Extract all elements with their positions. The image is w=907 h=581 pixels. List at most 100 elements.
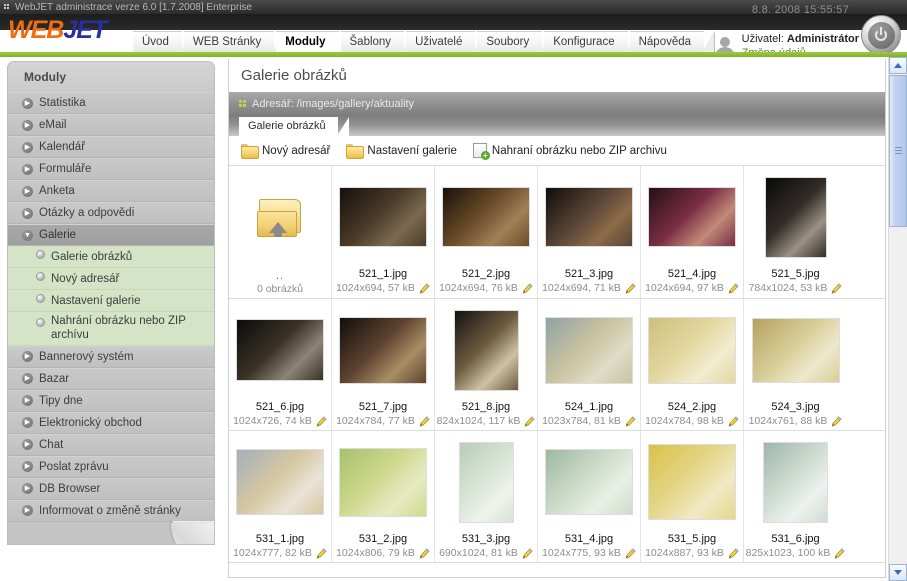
sidebar-item-email[interactable]: ▶ eMail xyxy=(8,114,214,136)
file-name[interactable]: 521_7.jpg xyxy=(359,401,407,413)
image-thumbnail[interactable] xyxy=(437,303,536,397)
image-thumbnail[interactable] xyxy=(334,170,433,264)
image-thumbnail[interactable] xyxy=(334,435,433,529)
sidebar-item-otazky-a-odpovedi[interactable]: ▶ Otázky a odpovědi xyxy=(8,202,214,224)
nav-tab-uvod[interactable]: Úvod xyxy=(133,31,193,53)
edit-pencil-icon[interactable] xyxy=(316,415,327,427)
edit-pencil-icon[interactable] xyxy=(522,282,533,294)
image-thumbnail[interactable] xyxy=(437,170,536,264)
sidebar-item-poslat-zpravu[interactable]: ▶ Poslat zprávu xyxy=(8,455,214,478)
sidebar-item-galerie[interactable]: ▼ Galerie xyxy=(8,224,214,246)
image-thumbnail[interactable] xyxy=(231,435,330,529)
parent-directory-cell[interactable]: .. 0 obrázků xyxy=(229,166,332,298)
file-name[interactable]: 531_4.jpg xyxy=(565,533,613,545)
file-dimensions-size: 1024x694, 76 kB xyxy=(439,282,518,294)
sidebar-item-informovat-o-zmene-stranky[interactable]: ▶ Informovat o změně stránky xyxy=(8,499,214,522)
edit-pencil-icon[interactable] xyxy=(728,547,739,559)
nav-tab-web-stranky[interactable]: WEB Stránky xyxy=(183,31,286,53)
edit-pencil-icon[interactable] xyxy=(834,547,845,559)
file-name[interactable]: 521_6.jpg xyxy=(256,401,304,413)
scrollbar-thumb[interactable] xyxy=(889,75,907,227)
scroll-down-button[interactable] xyxy=(889,564,907,581)
file-name[interactable]: 531_1.jpg xyxy=(256,533,304,545)
edit-pencil-icon[interactable] xyxy=(728,415,739,427)
file-name[interactable]: 524_3.jpg xyxy=(771,401,819,413)
file-name[interactable]: 521_4.jpg xyxy=(668,268,716,280)
image-thumbnail[interactable] xyxy=(643,303,742,397)
file-name[interactable]: 531_5.jpg xyxy=(668,533,716,545)
sidebar-footer xyxy=(8,520,214,544)
sidebar-item-statistika[interactable]: ▶ Statistika xyxy=(8,92,214,114)
edit-pencil-icon[interactable] xyxy=(831,282,842,294)
parent-folder-thumb[interactable] xyxy=(231,170,330,264)
subtab-galerie-obrazku[interactable]: Galerie obrázků xyxy=(239,117,349,136)
image-thumbnail[interactable] xyxy=(437,435,536,529)
sidebar-item-kalendar[interactable]: ▶ Kalendář xyxy=(8,136,214,158)
scroll-up-button[interactable] xyxy=(889,57,907,74)
thumbnail-image xyxy=(545,316,633,384)
gallery-settings-button[interactable]: Nastavení galerie xyxy=(346,144,457,159)
chevron-right-icon: ▶ xyxy=(22,395,33,407)
nav-tab-moduly[interactable]: Moduly xyxy=(276,31,350,53)
file-meta-row: 825x1023, 100 kB xyxy=(746,547,846,559)
file-name[interactable]: 531_6.jpg xyxy=(771,533,819,545)
webjet-logo[interactable]: WEBJET xyxy=(8,16,107,45)
folder-icon xyxy=(346,144,365,159)
edit-pencil-icon[interactable] xyxy=(625,547,636,559)
edit-pencil-icon[interactable] xyxy=(625,282,636,294)
edit-pencil-icon[interactable] xyxy=(831,415,842,427)
sidebar-subitem-novy-adresar[interactable]: Nový adresář xyxy=(8,268,214,290)
image-thumbnail[interactable] xyxy=(540,435,639,529)
scrollbar-track[interactable] xyxy=(889,74,907,564)
page-vertical-scrollbar[interactable] xyxy=(888,57,907,581)
edit-pencil-icon[interactable] xyxy=(524,415,536,427)
sidebar-item-elektronicky-obchod[interactable]: ▶ Elektronický obchod xyxy=(8,411,214,434)
sidebar-item-chat[interactable]: ▶ Chat xyxy=(8,433,214,456)
image-thumbnail[interactable] xyxy=(746,303,845,397)
edit-pencil-icon[interactable] xyxy=(419,282,430,294)
new-directory-button[interactable]: Nový adresář xyxy=(241,144,330,159)
edit-pencil-icon[interactable] xyxy=(625,415,636,427)
sidebar-subitem-nastaveni-galerie[interactable]: Nastavení galerie xyxy=(8,290,214,312)
sidebar-subitem-nahrani-obrazku[interactable]: Nahrání obrázku nebo ZIP archívu xyxy=(8,312,214,346)
image-thumbnail[interactable] xyxy=(231,303,330,397)
edit-pencil-icon[interactable] xyxy=(419,415,430,427)
image-thumbnail[interactable] xyxy=(334,303,433,397)
sidebar-item-bannerovy-system[interactable]: ▶ Bannerový systém xyxy=(8,345,214,368)
image-thumbnail[interactable] xyxy=(540,303,639,397)
sidebar-item-bazar[interactable]: ▶ Bazar xyxy=(8,367,214,390)
file-name[interactable]: 521_5.jpg xyxy=(771,268,819,280)
file-meta-row: 1024x726, 74 kB xyxy=(233,415,327,427)
logout-power-button[interactable] xyxy=(861,15,901,55)
nav-tab-konfigurace[interactable]: Konfigurace xyxy=(544,31,640,53)
sidebar-item-db-browser[interactable]: ▶ DB Browser xyxy=(8,477,214,500)
file-name[interactable]: 521_8.jpg xyxy=(462,401,510,413)
file-name[interactable]: 524_1.jpg xyxy=(565,401,613,413)
image-thumbnail[interactable] xyxy=(746,435,845,529)
edit-pencil-icon[interactable] xyxy=(316,547,327,559)
upload-image-or-zip-button[interactable]: + Nahraní obrázku nebo ZIP archivu xyxy=(472,143,667,160)
upload-document-icon: + xyxy=(472,143,490,160)
edit-pencil-icon[interactable] xyxy=(522,547,533,559)
sidebar-item-tipy-dne[interactable]: ▶ Tipy dne xyxy=(8,389,214,412)
file-name[interactable]: 524_2.jpg xyxy=(668,401,716,413)
sidebar-item-anketa[interactable]: ▶ Anketa xyxy=(8,180,214,202)
file-name[interactable]: 521_2.jpg xyxy=(462,268,510,280)
sidebar-subitem-galerie-obrazku[interactable]: Galerie obrázků xyxy=(8,246,214,268)
edit-pencil-icon[interactable] xyxy=(419,547,430,559)
nav-tab-soubory[interactable]: Soubory xyxy=(477,31,554,53)
nav-tab-uzivatele[interactable]: Uživatelé xyxy=(406,31,487,53)
nav-tab-napoveda[interactable]: Nápověda xyxy=(629,31,716,53)
image-thumbnail[interactable] xyxy=(746,170,845,264)
file-name[interactable]: 531_3.jpg xyxy=(462,533,510,545)
file-name[interactable]: 531_2.jpg xyxy=(359,533,407,545)
file-name[interactable]: 521_1.jpg xyxy=(359,268,407,280)
image-thumbnail[interactable] xyxy=(643,170,742,264)
sidebar-item-formulare[interactable]: ▶ Formuláře xyxy=(8,158,214,180)
file-name[interactable]: 521_3.jpg xyxy=(565,268,613,280)
sidebar-item-label: DB Browser xyxy=(39,482,101,495)
image-thumbnail[interactable] xyxy=(540,170,639,264)
edit-pencil-icon[interactable] xyxy=(728,282,739,294)
nav-tab-sablony[interactable]: Šablony xyxy=(340,31,415,53)
image-thumbnail[interactable] xyxy=(643,435,742,529)
